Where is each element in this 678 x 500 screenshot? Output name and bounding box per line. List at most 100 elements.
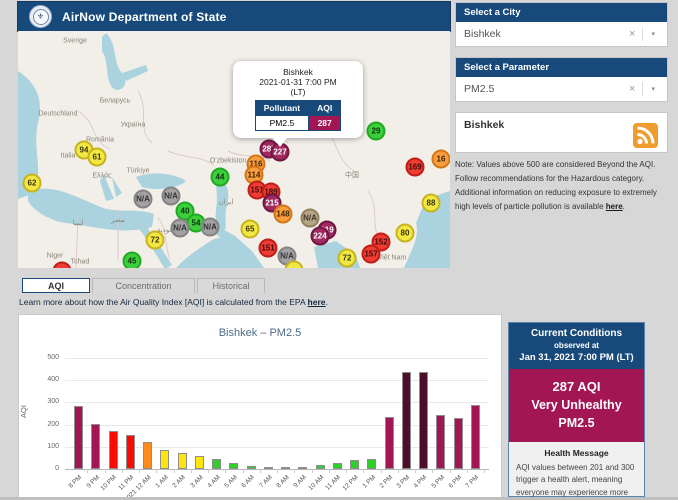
popup-table: Pollutant AQI PM2.5 287 [255, 100, 341, 131]
chart-bar[interactable] [333, 463, 342, 469]
chart-x-label: 6 AM [241, 474, 256, 489]
chart-bar[interactable] [126, 435, 135, 469]
learn-more-text: Learn more about how the Air Quality Ind… [19, 297, 328, 307]
aqi-map-marker[interactable]: N/A [162, 187, 181, 206]
chart-bar[interactable] [350, 460, 359, 469]
chart-bar[interactable] [247, 466, 256, 469]
chart-y-tick: 200 [29, 421, 59, 428]
city-clear-icon[interactable]: × [622, 28, 642, 40]
chart-x-label: 2 AM [172, 474, 187, 489]
chart-bar[interactable] [74, 406, 83, 469]
chart-y-tick: 300 [29, 398, 59, 405]
chart-bar[interactable] [436, 415, 445, 469]
city-select-value: Bishkek [464, 28, 622, 40]
aqi-map-marker[interactable]: 157 [362, 245, 381, 264]
aqi-map-marker[interactable]: N/A [201, 218, 220, 237]
chart-bar[interactable] [178, 453, 187, 469]
aqi-map-marker[interactable]: 61 [88, 148, 107, 167]
current-pollutant: PM2.5 [513, 416, 640, 430]
aqi-map-marker[interactable]: 169 [406, 158, 425, 177]
aqi-map-marker[interactable]: 45 [123, 252, 142, 269]
aqi-map-marker[interactable]: 72 [146, 231, 165, 250]
chart-bar[interactable] [298, 467, 307, 469]
map-place-label: Ελλάς [93, 173, 112, 180]
map-place-label: Niger [47, 253, 64, 260]
chart-bar[interactable] [281, 467, 290, 469]
aqi-map-marker[interactable]: 44 [211, 168, 230, 187]
chart-bar-cell: 7 AM [260, 358, 277, 469]
chart-bar[interactable] [109, 431, 118, 469]
chart-bar[interactable] [212, 459, 221, 469]
aqi-map-marker[interactable]: 65 [241, 220, 260, 239]
chart-bar[interactable] [91, 424, 100, 470]
current-aqi-category: Very Unhealthy [513, 398, 640, 412]
chart-bar[interactable] [419, 372, 428, 469]
city-dropdown-arrow-icon[interactable]: ▾ [643, 30, 659, 38]
chart-bar[interactable] [367, 459, 376, 469]
chart-bar[interactable] [316, 465, 325, 469]
aqi-map-marker[interactable]: 224 [311, 227, 330, 246]
chart-bar-cell: 6 PM [450, 358, 467, 469]
chart-bar[interactable] [264, 467, 273, 469]
chart-plot[interactable]: 8 PM9 PM10 PM11 PM2021 12 AM1 AM2 AM3 AM… [65, 358, 489, 469]
city-select[interactable]: Bishkek × ▾ [456, 22, 667, 46]
chart-bar[interactable] [229, 463, 238, 469]
chart-x-label: 9 AM [292, 474, 307, 489]
chart-bar[interactable] [471, 405, 480, 469]
aqi-map-marker[interactable]: 72 [338, 249, 357, 268]
chart-bar-cell: 9 PM [87, 358, 104, 469]
aqi-map-marker[interactable]: 29 [367, 122, 386, 141]
parameter-clear-icon[interactable]: × [622, 83, 642, 95]
chart-x-label: 5 AM [223, 474, 238, 489]
tab-bar: AQI Concentration Historical [22, 278, 265, 293]
chart-x-label: 10 AM [307, 474, 325, 492]
current-aqi-box: 287 AQI Very Unhealthy PM2.5 [509, 369, 644, 442]
chart-bar[interactable] [402, 372, 411, 469]
parameter-select[interactable]: PM2.5 × ▾ [456, 77, 667, 101]
map-place-label: ايران [219, 198, 234, 206]
tab-concentration[interactable]: Concentration [92, 278, 195, 293]
popup-col-aqi: AQI [309, 101, 341, 116]
learn-more-lead: Learn more about how the Air Quality Ind… [19, 297, 308, 307]
parameter-dropdown-arrow-icon[interactable]: ▾ [643, 85, 659, 93]
map-place-label: Việt Nam [378, 255, 407, 262]
chart-bar-cell: 3 AM [191, 358, 208, 469]
aqi-map-marker[interactable]: N/A [134, 190, 153, 209]
map-place-label: 中国 [345, 170, 359, 180]
map-place-label: Sverige [63, 38, 87, 45]
chart-bar-cell: 6 AM [243, 358, 260, 469]
chart-bar[interactable] [385, 417, 394, 469]
chart-bar[interactable] [195, 456, 204, 469]
chart-x-label: 8 AM [275, 474, 290, 489]
chart-x-label: 11 AM [325, 474, 343, 492]
tab-aqi[interactable]: AQI [22, 278, 90, 293]
aqi-map-marker[interactable]: N/A [301, 209, 320, 228]
chart-bar[interactable] [454, 418, 463, 469]
map-place-label: Україна [121, 122, 146, 129]
aqi-map-marker[interactable]: N/A [171, 219, 190, 238]
chart-bar-cell: 4 PM [415, 358, 432, 469]
aqi-map-marker[interactable]: 88 [422, 194, 441, 213]
chart-bar[interactable] [143, 442, 152, 469]
chart-bar-cell: 2 AM [174, 358, 191, 469]
chart-x-label: 1 PM [361, 474, 377, 490]
popup-pointer [273, 138, 287, 154]
map-place-label: Italia [61, 153, 76, 160]
feed-card: Bishkek [455, 112, 668, 153]
parameter-select-value: PM2.5 [464, 83, 622, 95]
note-link[interactable]: here [606, 202, 623, 211]
chart-bar[interactable] [160, 450, 169, 469]
chart-x-label: 10 PM [100, 474, 118, 492]
city-select-label: Select a City [456, 3, 667, 22]
chart-bar-cell: 1 PM [363, 358, 380, 469]
chart-x-label: 1 AM [154, 474, 169, 489]
aqi-map[interactable]: SverigeDeutschlandБеларусьУкраїнаRomânia… [18, 31, 450, 268]
aqi-map-marker[interactable]: 148 [274, 205, 293, 224]
tab-historical[interactable]: Historical [197, 278, 265, 293]
learn-more-link[interactable]: here [308, 297, 326, 307]
aqi-map-marker[interactable]: 16 [432, 150, 451, 169]
aqi-map-marker[interactable]: 62 [23, 174, 42, 193]
aqi-map-marker[interactable]: 80 [396, 224, 415, 243]
rss-feed-icon[interactable] [633, 123, 658, 148]
aqi-map-marker[interactable]: 151 [259, 239, 278, 258]
